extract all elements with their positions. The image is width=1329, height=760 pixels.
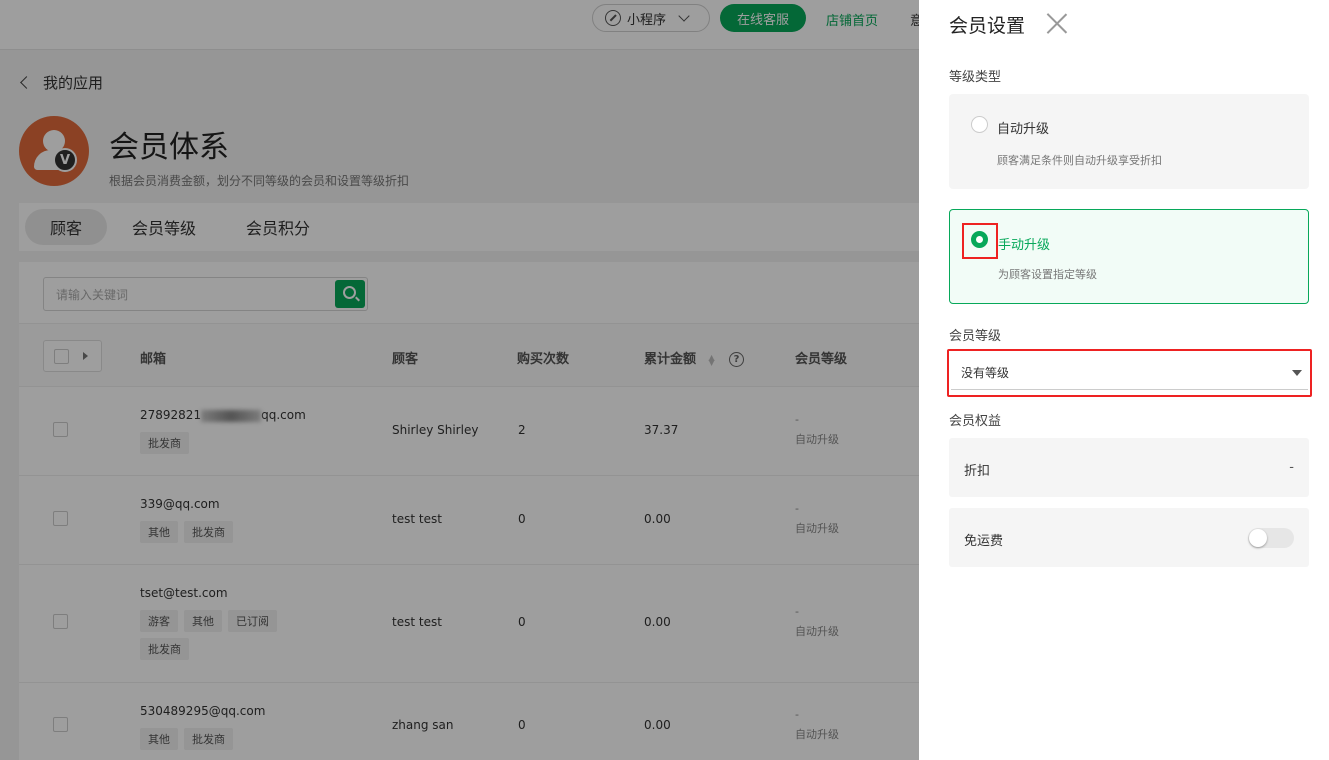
- highlight-box: [962, 223, 998, 259]
- close-icon[interactable]: [1046, 12, 1068, 34]
- option-title: 自动升级: [997, 122, 1050, 137]
- free-shipping-row: 免运费: [949, 508, 1309, 567]
- highlight-box: 没有等级: [947, 349, 1312, 397]
- background-page: 小程序 在线客服 店铺首页 意 我的应用 V 会员体系 根据会员消费金额，划分不…: [0, 0, 919, 760]
- drawer-title: 会员设置: [949, 15, 1026, 37]
- auto-upgrade-radio[interactable]: [971, 116, 988, 133]
- option-manual-upgrade[interactable]: 手动升级 为顾客设置指定等级: [949, 209, 1309, 304]
- benefits-label: 会员权益: [949, 414, 1002, 429]
- discount-value: -: [1289, 460, 1294, 475]
- member-level-value: 没有等级: [961, 365, 1010, 380]
- option-auto-upgrade[interactable]: 自动升级 顾客满足条件则自动升级享受折扣: [949, 94, 1309, 189]
- discount-label: 折扣: [964, 464, 991, 479]
- option-title: 手动升级: [998, 238, 1051, 253]
- member-level-select[interactable]: 没有等级: [951, 355, 1308, 390]
- discount-row: 折扣 -: [949, 438, 1309, 497]
- free-shipping-toggle[interactable]: [1248, 528, 1294, 548]
- level-type-label: 等级类型: [949, 70, 1002, 85]
- member-settings-drawer: 会员设置 等级类型 自动升级 顾客满足条件则自动升级享受折扣 手动升级 为顾客设…: [919, 0, 1329, 760]
- free-shipping-label: 免运费: [964, 534, 1004, 549]
- caret-down-icon: [1292, 370, 1302, 376]
- modal-overlay[interactable]: [0, 0, 919, 760]
- member-level-label: 会员等级: [949, 329, 1002, 344]
- option-desc: 顾客满足条件则自动升级享受折扣: [997, 154, 1162, 167]
- option-desc: 为顾客设置指定等级: [998, 268, 1097, 281]
